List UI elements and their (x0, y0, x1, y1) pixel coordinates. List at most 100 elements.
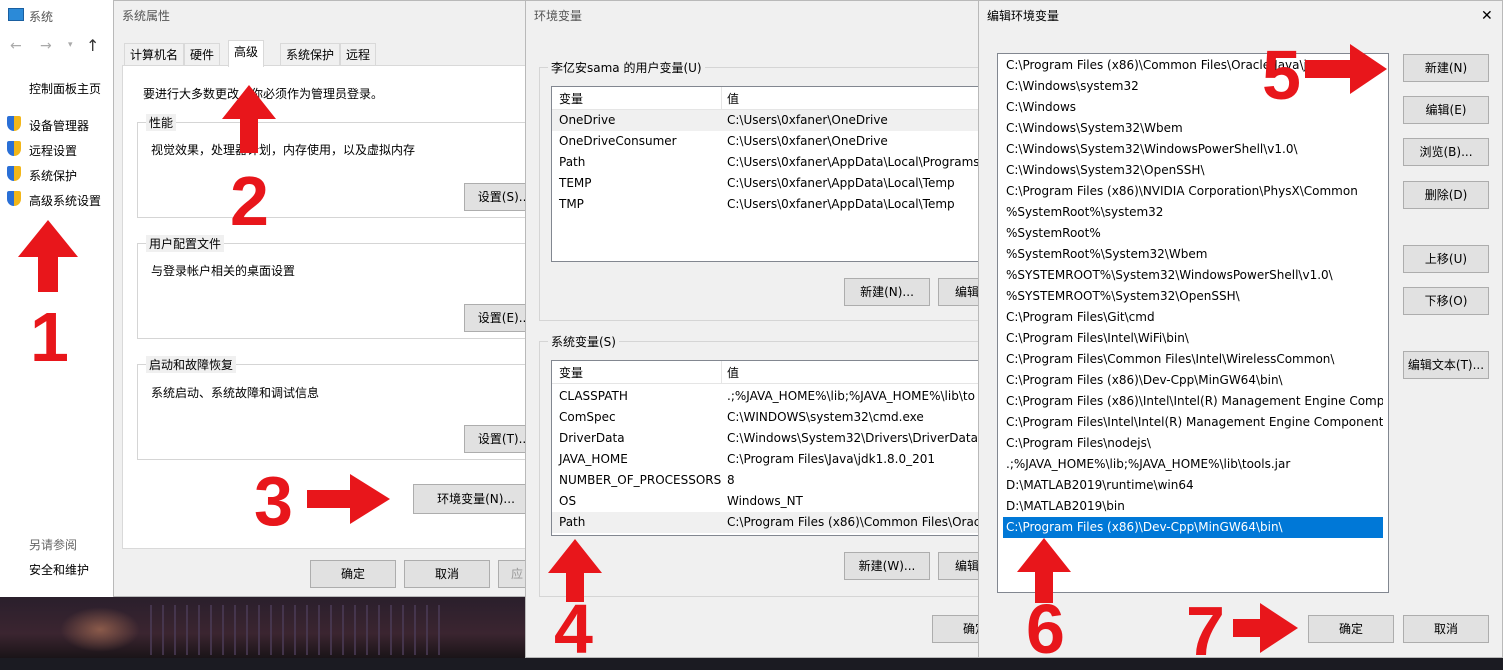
path-entry[interactable]: .;%JAVA_HOME%\lib;%JAVA_HOME%\lib\tools.… (1003, 454, 1383, 475)
annotation-number-4: 4 (554, 590, 593, 668)
edit-text-button[interactable]: 编辑文本(T)... (1403, 351, 1489, 379)
path-entry[interactable]: C:\Program Files\Intel\WiFi\bin\ (1003, 328, 1383, 349)
variable-value: C:\Users\0xfaner\AppData\Local\Temp (727, 197, 955, 211)
path-entry[interactable]: %SYSTEMROOT%\System32\OpenSSH\ (1003, 286, 1383, 307)
system-properties-dialog: 系统属性 计算机名 硬件 高级 系统保护 远程 要进行大多数更改，你必须作为管理… (113, 0, 584, 597)
column-variable: 变量 (559, 366, 584, 380)
remote-settings-link[interactable]: 远程设置 (29, 142, 77, 159)
variable-name: NUMBER_OF_PROCESSORS (559, 473, 722, 487)
system-variables-header: 变量 值 (552, 361, 990, 384)
annotation-number-6: 6 (1026, 590, 1065, 668)
path-entry[interactable]: %SystemRoot%\system32 (1003, 202, 1383, 223)
user-variables-list: 变量 值 OneDrive C:\Users\0xfaner\OneDrive … (551, 86, 991, 262)
system-protection-link[interactable]: 系统保护 (29, 167, 77, 184)
system-variable-row[interactable]: JAVA_HOME C:\Program Files\Java\jdk1.8.0… (552, 449, 990, 470)
tab-system-protection[interactable]: 系统保护 (280, 43, 341, 66)
system-variable-row[interactable]: CLASSPATH .;%JAVA_HOME%\lib;%JAVA_HOME%\… (552, 386, 990, 407)
advanced-system-settings-link[interactable]: 高级系统设置 (29, 192, 101, 209)
variable-value: C:\Users\0xfaner\OneDrive (727, 113, 888, 127)
system-variables-group: 系统变量(S) 变量 值 CLASSPATH .;%JAVA_HOME%\lib… (539, 333, 1024, 597)
user-variable-row[interactable]: Path C:\Users\0xfaner\AppData\Local\Prog… (552, 152, 990, 173)
path-entry[interactable]: D:\MATLAB2019\bin (1003, 496, 1383, 517)
environment-variables-button[interactable]: 环境变量(N)... (413, 484, 539, 514)
path-entry[interactable]: C:\Program Files (x86)\Intel\Intel(R) Ma… (1003, 391, 1383, 412)
edit-entry-button[interactable]: 编辑(E) (1403, 96, 1489, 124)
edit-env-ok-button[interactable]: 确定 (1308, 615, 1394, 643)
back-button[interactable]: ← (10, 38, 22, 54)
path-entry[interactable]: C:\Program Files\nodejs\ (1003, 433, 1383, 454)
performance-label: 性能 (146, 114, 177, 131)
delete-entry-button[interactable]: 删除(D) (1403, 181, 1489, 209)
system-variable-row[interactable]: DriverData C:\Windows\System32\Drivers\D… (552, 428, 990, 449)
env-dialog-title: 环境变量 (534, 9, 583, 23)
path-entry[interactable]: C:\Windows\System32\OpenSSH\ (1003, 160, 1383, 181)
tab-panel: 要进行大多数更改，你必须作为管理员登录。 性能 视觉效果，处理器计划，内存使用，… (122, 65, 544, 549)
path-entry[interactable]: C:\Program Files\Git\cmd (1003, 307, 1383, 328)
path-entry[interactable]: C:\Windows\System32\WindowsPowerShell\v1… (1003, 139, 1383, 160)
variable-name: OneDriveConsumer (559, 134, 677, 148)
performance-group: 性能 视觉效果，处理器计划，内存使用，以及虚拟内存 设置(S)... (137, 114, 544, 218)
edit-env-cancel-button[interactable]: 取消 (1403, 615, 1489, 643)
control-panel-home-link[interactable]: 控制面板主页 (29, 80, 101, 97)
user-new-button[interactable]: 新建(N)... (844, 278, 930, 306)
path-entry[interactable]: C:\Windows\system32 (1003, 76, 1383, 97)
path-entry[interactable]: %SystemRoot% (1003, 223, 1383, 244)
path-entry[interactable]: C:\Program Files\Intel\Intel(R) Manageme… (1003, 412, 1383, 433)
variable-value: C:\Program Files\Java\jdk1.8.0_201 (727, 452, 936, 466)
user-profiles-group: 用户配置文件 与登录帐户相关的桌面设置 设置(E)... (137, 235, 544, 339)
system-properties-title: 系统属性 (122, 9, 171, 23)
path-entry[interactable]: C:\Program Files (x86)\Dev-Cpp\MinGW64\b… (1003, 370, 1383, 391)
column-divider (721, 361, 722, 383)
variable-value: 8 (727, 473, 735, 487)
variable-value: .;%JAVA_HOME%\lib;%JAVA_HOME%\lib\to (727, 389, 975, 403)
column-variable: 变量 (559, 92, 584, 106)
tab-advanced[interactable]: 高级 (228, 40, 265, 67)
annotation-number-7: 7 (1186, 592, 1225, 670)
path-entry[interactable]: %SYSTEMROOT%\System32\WindowsPowerShell\… (1003, 265, 1383, 286)
path-entry-selected[interactable]: C:\Program Files (x86)\Dev-Cpp\MinGW64\b… (1003, 517, 1383, 538)
shield-icon (7, 166, 21, 181)
variable-value: C:\Users\0xfaner\AppData\Local\Temp (727, 176, 955, 190)
user-variable-row[interactable]: OneDrive C:\Users\0xfaner\OneDrive (552, 110, 990, 131)
move-up-button[interactable]: 上移(U) (1403, 245, 1489, 273)
admin-note: 要进行大多数更改，你必须作为管理员登录。 (143, 87, 384, 101)
sysprops-ok-button[interactable]: 确定 (310, 560, 396, 588)
user-variable-row[interactable]: TEMP C:\Users\0xfaner\AppData\Local\Temp (552, 173, 990, 194)
user-variables-group: 李亿安sama 的用户变量(U) 变量 值 OneDrive C:\Users\… (539, 59, 1024, 321)
up-button[interactable]: ↑ (86, 36, 99, 55)
device-manager-link[interactable]: 设备管理器 (29, 117, 89, 134)
system-variable-row[interactable]: ComSpec C:\WINDOWS\system32\cmd.exe (552, 407, 990, 428)
annotation-number-1: 1 (30, 298, 69, 376)
system-window-title: 系统 (29, 10, 54, 24)
new-entry-button[interactable]: 新建(N) (1403, 54, 1489, 82)
system-new-button[interactable]: 新建(W)... (844, 552, 930, 580)
move-down-button[interactable]: 下移(O) (1403, 287, 1489, 315)
browse-button[interactable]: 浏览(B)... (1403, 138, 1489, 166)
tab-hardware[interactable]: 硬件 (184, 43, 221, 66)
path-entry[interactable]: C:\Program Files\Common Files\Intel\Wire… (1003, 349, 1383, 370)
tab-remote[interactable]: 远程 (340, 43, 377, 66)
path-entry[interactable]: C:\Program Files (x86)\Common Files\Orac… (1003, 55, 1383, 76)
path-entry[interactable]: C:\Windows\System32\Wbem (1003, 118, 1383, 139)
path-entry[interactable]: C:\Program Files (x86)\NVIDIA Corporatio… (1003, 181, 1383, 202)
path-entry[interactable]: D:\MATLAB2019\runtime\win64 (1003, 475, 1383, 496)
variable-value: C:\Windows\System32\Drivers\DriverData (727, 431, 978, 445)
forward-button[interactable]: → (40, 38, 52, 54)
tab-computer-name[interactable]: 计算机名 (124, 43, 185, 66)
chevron-down-icon[interactable]: ▾ (68, 40, 73, 50)
user-variable-row[interactable]: OneDriveConsumer C:\Users\0xfaner\OneDri… (552, 131, 990, 152)
system-variable-row[interactable]: OS Windows_NT (552, 491, 990, 512)
system-variable-row[interactable]: Path C:\Program Files (x86)\Common Files… (552, 512, 990, 533)
user-variable-row[interactable]: TMP C:\Users\0xfaner\AppData\Local\Temp (552, 194, 990, 215)
path-entry[interactable]: %SystemRoot%\System32\Wbem (1003, 244, 1383, 265)
system-variable-row[interactable]: NUMBER_OF_PROCESSORS 8 (552, 470, 990, 491)
edit-environment-variable-dialog: 编辑环境变量 ✕ C:\Program Files (x86)\Common F… (978, 0, 1503, 658)
security-maintenance-link[interactable]: 安全和维护 (29, 561, 89, 578)
user-variables-header: 变量 值 (552, 87, 990, 110)
path-entry[interactable]: C:\Windows (1003, 97, 1383, 118)
variable-name: JAVA_HOME (559, 452, 628, 466)
shield-icon (7, 191, 21, 206)
variable-value: C:\Users\0xfaner\OneDrive (727, 134, 888, 148)
close-icon[interactable]: ✕ (1481, 8, 1493, 24)
sysprops-cancel-button[interactable]: 取消 (404, 560, 490, 588)
